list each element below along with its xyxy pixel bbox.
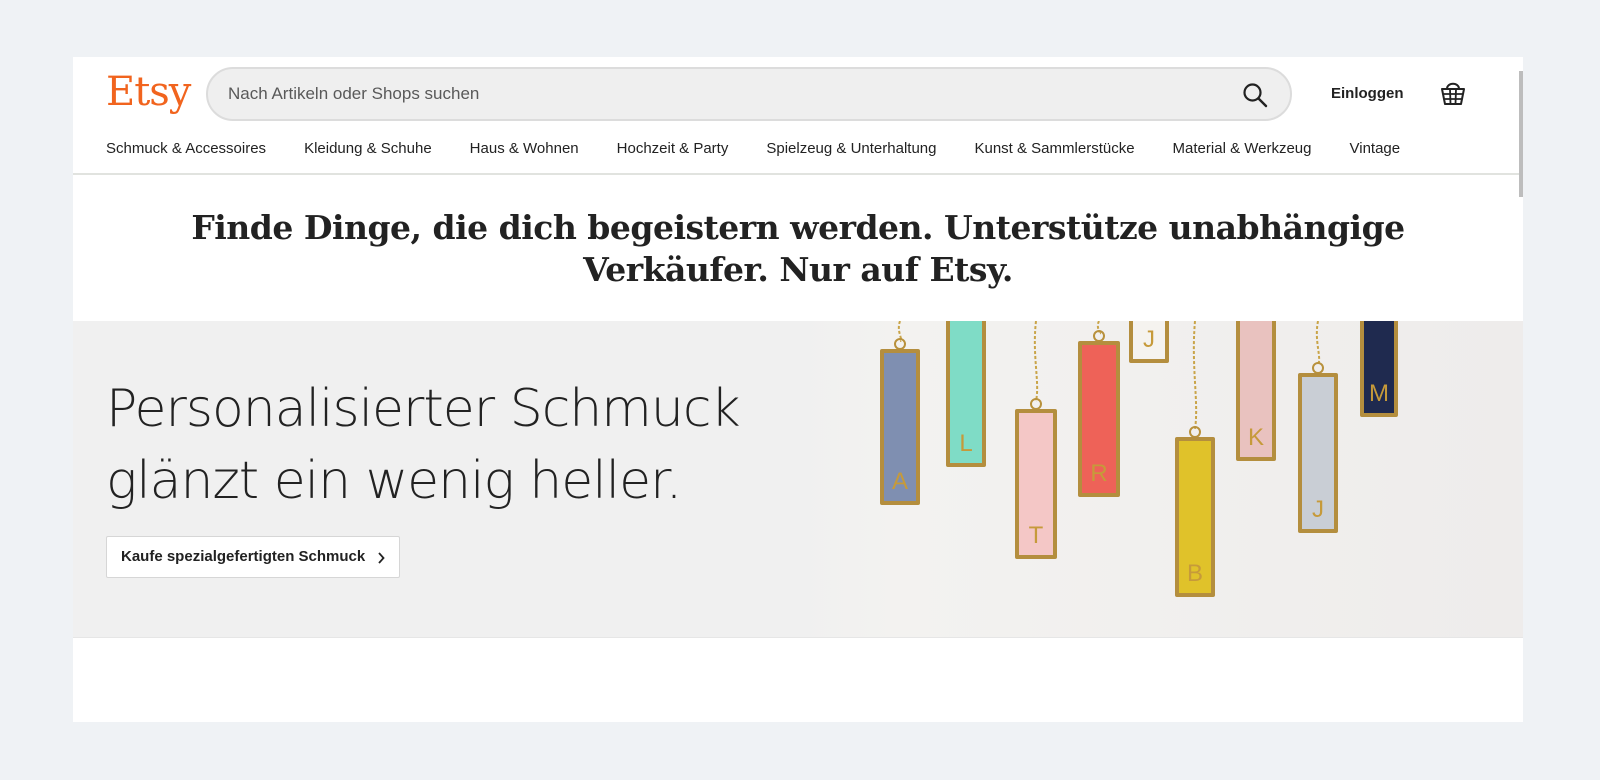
search-icon[interactable]	[1242, 82, 1268, 108]
signin-link[interactable]: Einloggen	[1331, 83, 1404, 105]
shop-jewelry-button[interactable]: Kaufe spezialgefertigten Schmuck	[106, 536, 401, 578]
pendant-letter: M	[1369, 380, 1389, 407]
basket-icon[interactable]	[1440, 79, 1466, 107]
pendant-necklaces-image[interactable]: A L T R J B K J M	[793, 321, 1523, 637]
search-bar[interactable]	[206, 67, 1292, 121]
browser-viewport: Etsy Einloggen Schmuck & Accessoires Kle…	[73, 57, 1523, 722]
pendant-letter: L	[959, 430, 972, 457]
search-input[interactable]	[228, 69, 1208, 119]
shop-jewelry-button-label: Kaufe spezialgefertigten Schmuck	[121, 548, 366, 565]
pendant-letter: T	[1029, 522, 1044, 549]
nav-item-art[interactable]: Kunst & Sammlerstücke	[974, 137, 1134, 161]
nav-item-home[interactable]: Haus & Wohnen	[470, 137, 579, 161]
pendant-letter: J	[1312, 496, 1324, 523]
pendant-letter: R	[1090, 460, 1107, 487]
etsy-logo[interactable]: Etsy	[106, 68, 191, 116]
hero-banner[interactable]: A L T R J B K J M Personalisierter Schmuck glänz…	[73, 321, 1523, 637]
category-nav: Schmuck & Accessoires Kleidung & Schuhe …	[106, 137, 1400, 161]
nav-item-jewelry[interactable]: Schmuck & Accessoires	[106, 137, 266, 161]
page-scrollbar[interactable]	[1519, 71, 1523, 197]
nav-item-wedding[interactable]: Hochzeit & Party	[617, 137, 729, 161]
pendant-letter: A	[892, 468, 908, 495]
nav-item-clothing[interactable]: Kleidung & Schuhe	[304, 137, 432, 161]
nav-item-supplies[interactable]: Material & Werkzeug	[1173, 137, 1312, 161]
site-header: Etsy Einloggen Schmuck & Accessoires Kle…	[73, 57, 1519, 175]
pendant-letter: K	[1248, 424, 1264, 451]
section-divider	[73, 637, 1523, 638]
pendant-letter: B	[1187, 560, 1203, 587]
nav-item-toys[interactable]: Spielzeug & Unterhaltung	[766, 137, 936, 161]
chevron-right-icon	[378, 552, 385, 564]
pendant-letter: J	[1143, 326, 1155, 353]
hero-title: Personalisierter Schmuck glänzt ein weni…	[106, 379, 741, 511]
page-headline: Finde Dinge, die dich begeistern werden.…	[191, 208, 1405, 289]
nav-item-vintage[interactable]: Vintage	[1350, 137, 1401, 161]
